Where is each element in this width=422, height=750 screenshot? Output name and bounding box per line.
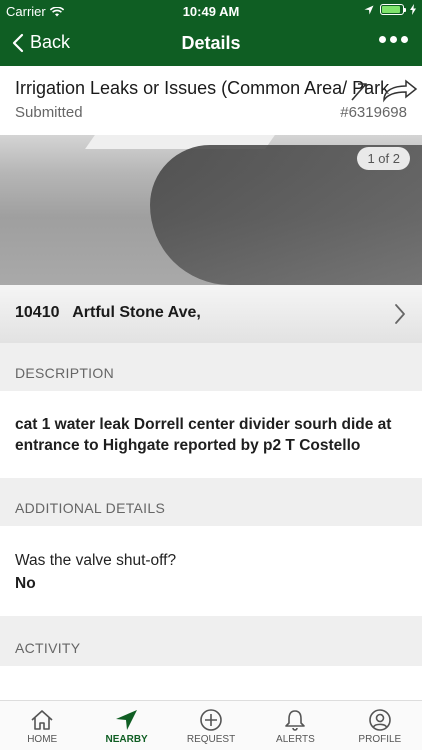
profile-icon: [369, 709, 391, 731]
address-text: 10410 Artful Stone Ave,: [15, 304, 201, 321]
tab-profile-label: PROFILE: [358, 734, 402, 745]
chevron-right-icon: [395, 304, 405, 324]
description-card: cat 1 water leak Dorrell center divider …: [0, 391, 422, 478]
detail-answer: No: [15, 575, 36, 592]
tab-alerts[interactable]: ALERTS: [253, 701, 337, 750]
description-text: cat 1 water leak Dorrell center divider …: [15, 416, 392, 454]
activity-section-label: ACTIVITY: [15, 640, 81, 656]
plus-circle-icon: [200, 709, 222, 731]
request-photo[interactable]: 1 of 2: [0, 135, 422, 285]
bell-icon: [285, 710, 306, 731]
additional-details-section-label: ADDITIONAL DETAILS: [15, 500, 166, 516]
tab-home-label: HOME: [27, 734, 58, 745]
address-row[interactable]: 10410 Artful Stone Ave,: [0, 285, 422, 343]
detail-question: Was the valve shut-off?: [15, 552, 177, 569]
tab-home[interactable]: HOME: [0, 701, 84, 750]
battery-icon: [380, 4, 406, 15]
tab-request-label: REQUEST: [186, 734, 236, 745]
request-id: #6319698: [340, 104, 407, 121]
additional-details-card: Was the valve shut-off? No: [0, 526, 422, 616]
tab-nearby-label: NEARBY: [105, 734, 148, 745]
request-status: Submitted: [15, 104, 83, 121]
clock: 10:49 AM: [182, 4, 240, 19]
location-arrow-icon: [115, 710, 137, 730]
home-icon: [31, 710, 53, 730]
tab-request[interactable]: REQUEST: [169, 701, 253, 750]
back-button[interactable]: Back: [12, 32, 70, 53]
chevron-left-icon: [12, 33, 24, 52]
status-bar: Carrier 10:49 AM: [0, 0, 422, 22]
tab-bar: HOME NEARBY REQUEST ALERTS PROFILE: [0, 700, 422, 750]
photo-counter: 1 of 2: [357, 147, 410, 170]
tab-alerts-label: ALERTS: [276, 734, 315, 745]
tab-profile[interactable]: PROFILE: [338, 701, 422, 750]
location-services-icon: [364, 5, 374, 14]
nav-bar: Back Details: [0, 22, 422, 66]
activity-card: [0, 666, 422, 700]
request-header: Irrigation Leaks or Issues (Common Area/…: [0, 66, 422, 135]
back-label: Back: [30, 32, 71, 52]
tab-nearby[interactable]: NEARBY: [84, 701, 168, 750]
more-dots-icon[interactable]: [379, 36, 408, 43]
share-arrow-icon[interactable]: [344, 78, 422, 104]
description-section-label: DESCRIPTION: [15, 365, 114, 381]
charging-bolt-icon: [410, 4, 416, 15]
